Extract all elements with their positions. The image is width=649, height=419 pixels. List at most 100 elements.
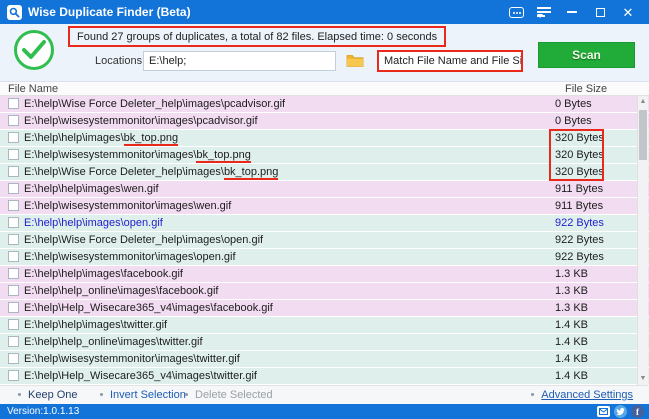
- file-name: twitter.gif: [196, 353, 239, 365]
- row-checkbox[interactable]: [8, 353, 19, 364]
- path-prefix: E:\help\help\images\: [24, 132, 124, 144]
- header: Found 27 groups of duplicates, a total o…: [0, 24, 649, 82]
- file-path: E:\help\wisesystemmonitor\images\wen.gif: [24, 198, 231, 214]
- file-size: 1.3 KB: [555, 266, 588, 282]
- scrollbar-thumb[interactable]: [639, 110, 647, 160]
- advanced-settings-link[interactable]: Advanced Settings: [531, 386, 633, 404]
- row-checkbox[interactable]: [8, 217, 19, 228]
- file-name: open.gif: [224, 234, 263, 246]
- row-checkbox[interactable]: [8, 319, 19, 330]
- scan-button[interactable]: Scan: [538, 42, 635, 68]
- row-checkbox[interactable]: [8, 115, 19, 126]
- file-name: bk_top.png: [124, 132, 178, 146]
- scroll-down-icon[interactable]: ▼: [638, 373, 648, 385]
- file-name: wen.gif: [124, 183, 159, 195]
- table-row[interactable]: E:\help\Wise Force Deleter_help\images\o…: [0, 232, 649, 249]
- row-checkbox[interactable]: [8, 336, 19, 347]
- row-checkbox[interactable]: [8, 98, 19, 109]
- keep-one-button[interactable]: Keep One: [18, 386, 78, 404]
- titlebar-buttons: ✕: [502, 0, 642, 24]
- path-prefix: E:\help\wisesystemmonitor\images\: [24, 200, 196, 212]
- file-path: E:\help\help\images\bk_top.png: [24, 130, 178, 146]
- close-button[interactable]: ✕: [614, 0, 642, 24]
- row-checkbox[interactable]: [8, 183, 19, 194]
- table-column-header: File Name File Size: [0, 82, 649, 96]
- match-mode-dropdown[interactable]: Match File Name and File Size (... ▼: [377, 50, 523, 72]
- path-prefix: E:\help\wisesystemmonitor\images\: [24, 149, 196, 161]
- table-row[interactable]: E:\help\wisesystemmonitor\images\wen.gif…: [0, 198, 649, 215]
- row-checkbox[interactable]: [8, 370, 19, 381]
- vertical-scrollbar[interactable]: ▲ ▼: [637, 96, 648, 385]
- feedback-icon[interactable]: [502, 0, 530, 24]
- browse-folder-button[interactable]: [343, 51, 367, 71]
- row-checkbox[interactable]: [8, 251, 19, 262]
- bullet-icon: [18, 393, 21, 396]
- file-name: bk_top.png: [196, 149, 250, 163]
- table-row[interactable]: E:\help\Wise Force Deleter_help\images\b…: [0, 164, 649, 181]
- table-row[interactable]: E:\help\help\images\twitter.gif 1.4 KB: [0, 317, 649, 334]
- table-row[interactable]: E:\help\Help_Wisecare365_v4\images\twitt…: [0, 368, 649, 385]
- titlebar: Wise Duplicate Finder (Beta) ✕: [0, 0, 649, 24]
- file-path: E:\help\wisesystemmonitor\images\twitter…: [24, 351, 240, 367]
- success-check-icon: [14, 30, 54, 70]
- mail-icon[interactable]: [597, 406, 610, 417]
- path-prefix: E:\help\help\images\: [24, 217, 124, 229]
- file-name: facebook.gif: [124, 268, 183, 280]
- file-path: E:\help\Wise Force Deleter_help\images\p…: [24, 96, 285, 112]
- file-size: 0 Bytes: [555, 113, 592, 129]
- row-checkbox[interactable]: [8, 132, 19, 143]
- table-row[interactable]: E:\help\help\images\bk_top.png 320 Bytes: [0, 130, 649, 147]
- delete-selected-button: Delete Selected: [185, 386, 273, 404]
- file-size: 1.3 KB: [555, 283, 588, 299]
- file-size: 922 Bytes: [555, 215, 604, 231]
- row-checkbox[interactable]: [8, 234, 19, 245]
- file-name: twitter.gif: [124, 319, 167, 331]
- found-message-annotated: Found 27 groups of duplicates, a total o…: [68, 26, 446, 47]
- row-checkbox[interactable]: [8, 149, 19, 160]
- bullet-icon: [531, 393, 534, 396]
- table-row[interactable]: E:\help\Wise Force Deleter_help\images\p…: [0, 96, 649, 113]
- column-file-size[interactable]: File Size: [565, 82, 607, 96]
- table-row[interactable]: E:\help\help_online\images\facebook.gif …: [0, 283, 649, 300]
- row-checkbox[interactable]: [8, 302, 19, 313]
- table-row[interactable]: E:\help\wisesystemmonitor\images\bk_top.…: [0, 147, 649, 164]
- locations-input[interactable]: [143, 51, 336, 71]
- file-name: twitter.gif: [214, 370, 257, 382]
- scroll-up-icon[interactable]: ▲: [638, 96, 648, 108]
- file-size: 0 Bytes: [555, 96, 592, 112]
- maximize-button[interactable]: [586, 0, 614, 24]
- row-checkbox[interactable]: [8, 166, 19, 177]
- table-row[interactable]: E:\help\Help_Wisecare365_v4\images\faceb…: [0, 300, 649, 317]
- twitter-icon[interactable]: [614, 405, 627, 418]
- menu-icon[interactable]: [530, 0, 558, 24]
- table-row[interactable]: E:\help\help\images\open.gif 922 Bytes: [0, 215, 649, 232]
- row-checkbox[interactable]: [8, 268, 19, 279]
- row-checkbox[interactable]: [8, 200, 19, 211]
- invert-selection-button[interactable]: Invert Selection: [100, 386, 186, 404]
- minimize-button[interactable]: [558, 0, 586, 24]
- column-file-name[interactable]: File Name: [8, 82, 58, 96]
- footer-actions: Keep One Invert Selection Delete Selecte…: [0, 385, 649, 404]
- facebook-icon[interactable]: f: [631, 405, 644, 418]
- app-window: Wise Duplicate Finder (Beta) ✕ Found 27 …: [0, 0, 649, 419]
- row-checkbox[interactable]: [8, 285, 19, 296]
- table-row[interactable]: E:\help\help_online\images\twitter.gif 1…: [0, 334, 649, 351]
- file-name: twitter.gif: [159, 336, 202, 348]
- file-size: 320 Bytes: [555, 130, 604, 146]
- path-prefix: E:\help\Wise Force Deleter_help\images\: [24, 166, 224, 178]
- table-row[interactable]: E:\help\wisesystemmonitor\images\twitter…: [0, 351, 649, 368]
- path-prefix: E:\help\Help_Wisecare365_v4\images\: [24, 302, 214, 314]
- table-row[interactable]: E:\help\wisesystemmonitor\images\pcadvis…: [0, 113, 649, 130]
- file-name: open.gif: [196, 251, 235, 263]
- file-name: facebook.gif: [214, 302, 273, 314]
- table-row[interactable]: E:\help\help\images\wen.gif 911 Bytes: [0, 181, 649, 198]
- table-row[interactable]: E:\help\wisesystemmonitor\images\open.gi…: [0, 249, 649, 266]
- path-prefix: E:\help\Wise Force Deleter_help\images\: [24, 234, 224, 246]
- locations-label: Locations:: [95, 55, 145, 67]
- table-row[interactable]: E:\help\help\images\facebook.gif 1.3 KB: [0, 266, 649, 283]
- file-path: E:\help\help_online\images\facebook.gif: [24, 283, 218, 299]
- version-label: Version:1.0.1.13: [7, 405, 79, 418]
- path-prefix: E:\help\help\images\: [24, 268, 124, 280]
- file-size: 922 Bytes: [555, 249, 604, 265]
- bullet-icon: [185, 393, 188, 396]
